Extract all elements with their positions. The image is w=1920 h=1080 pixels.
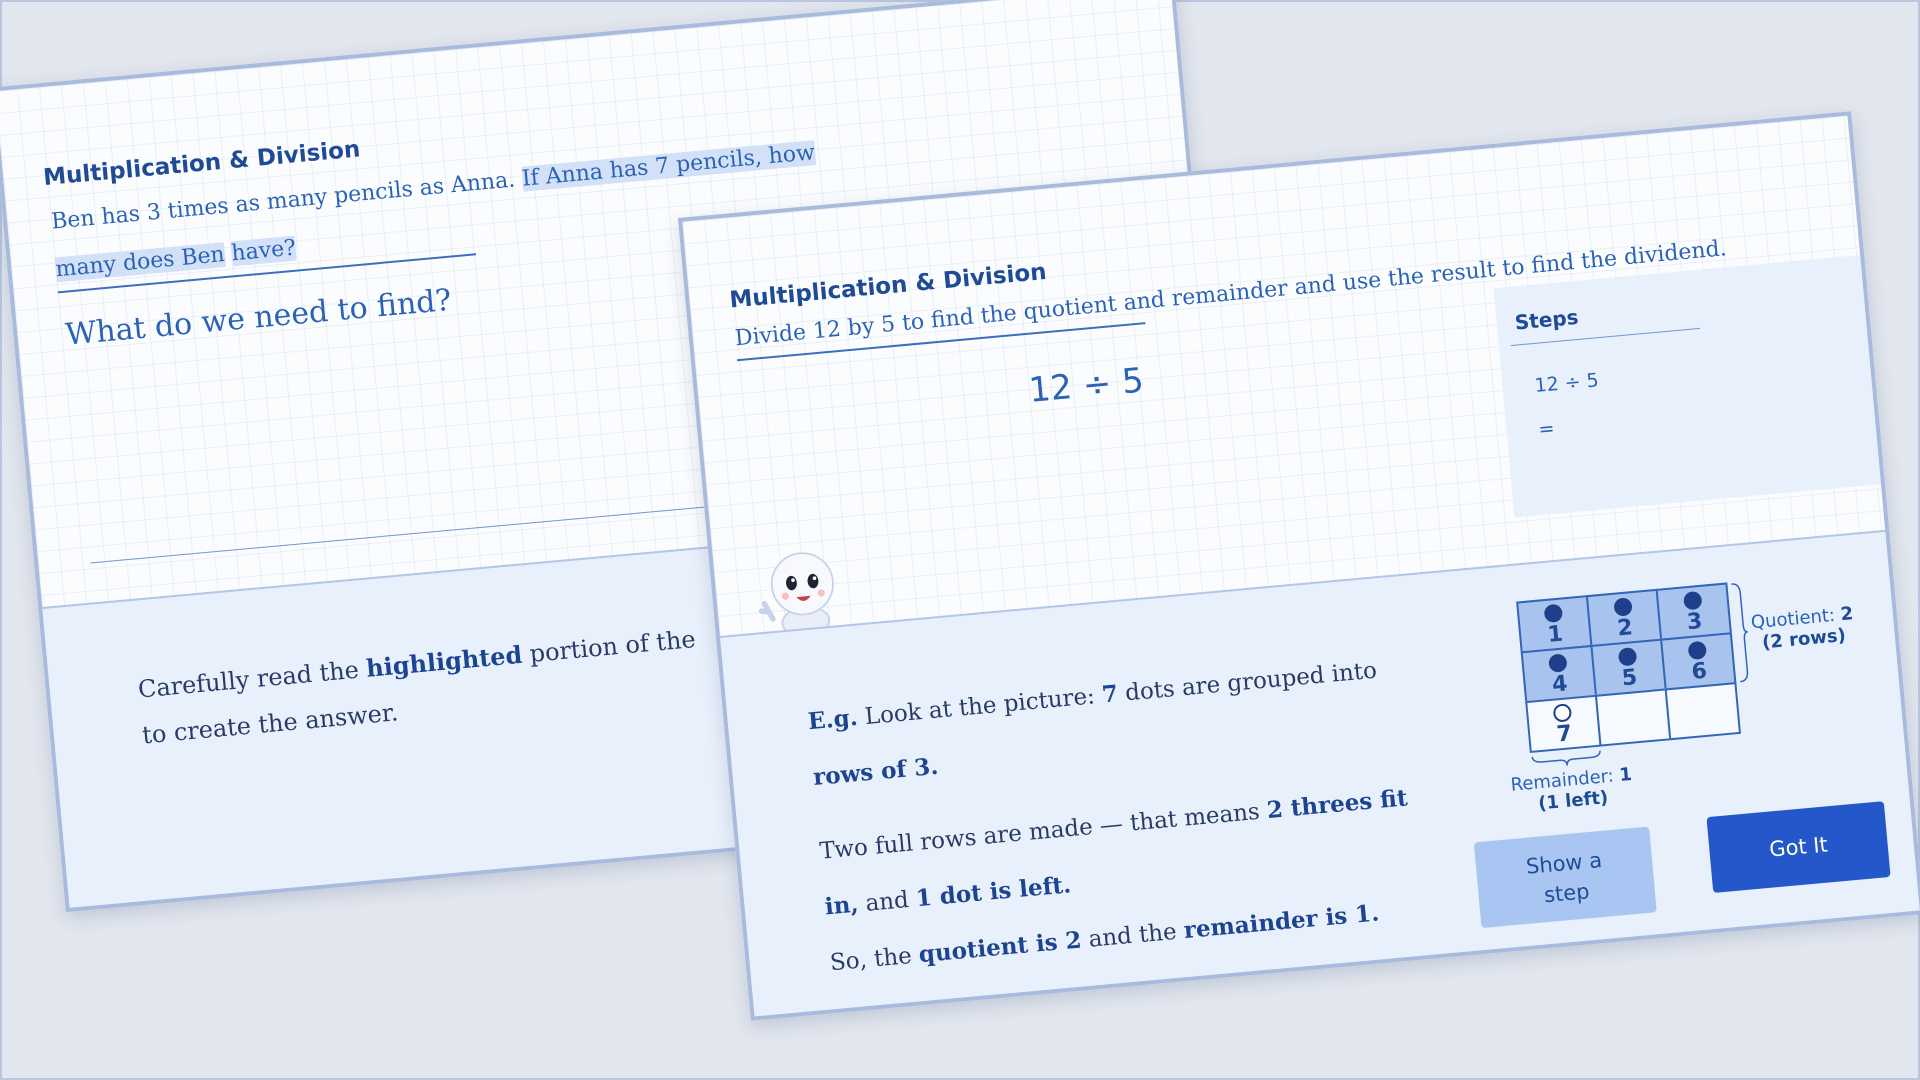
- tip-part2: portion of the: [528, 625, 697, 668]
- explanation-text: E.g. Look at the picture: 7 dots are gro…: [806, 638, 1450, 991]
- steps-title: Steps: [1513, 304, 1580, 335]
- question-heading: What do we need to find?: [64, 282, 453, 353]
- explanation-b2: rows of 3.: [811, 752, 940, 792]
- dot-icon: [1613, 597, 1633, 617]
- explanation-b6: remainder is 1.: [1182, 899, 1381, 945]
- group-cell: 5: [1590, 638, 1667, 697]
- group-cell: 2: [1585, 588, 1663, 648]
- remainder-cell: 7: [1525, 694, 1602, 754]
- dot-icon: [1687, 640, 1708, 661]
- explanation-t2: dots are grouped into: [1124, 657, 1378, 707]
- show-step-label-2: step: [1543, 879, 1591, 908]
- steps-panel: Steps 12 ÷ 5 =: [1493, 255, 1881, 518]
- tip-part3: to create the answer.: [141, 698, 400, 750]
- dot-icon: [1682, 590, 1703, 611]
- explanation-t5: So, the: [828, 942, 913, 977]
- dot-icon: [1548, 653, 1568, 673]
- explanation-b5: quotient is 2: [917, 926, 1083, 969]
- mascot-icon: [758, 552, 834, 637]
- steps-line-2: =: [1537, 417, 1556, 441]
- eg-label: E.g.: [806, 703, 859, 736]
- dot-icon: [1552, 703, 1573, 723]
- explanation-b1: 7: [1100, 680, 1120, 709]
- explanation-t4: and: [864, 886, 910, 917]
- cell-number: 7: [1555, 721, 1574, 748]
- group-cell: 3: [1655, 582, 1732, 641]
- group-cell: 6: [1660, 632, 1737, 691]
- explanation-b4: 1 dot is left.: [914, 871, 1073, 913]
- explanation-t1: Look at the picture:: [863, 683, 1096, 731]
- explanation-b3b: in,: [823, 890, 860, 921]
- quotient-value: 2: [1839, 603, 1855, 626]
- grouping-figure: 1 2 3 4 5 6 7 Quotient: 2 (2 rows) Remai…: [1510, 574, 1854, 820]
- dot-icon: [1543, 603, 1564, 624]
- show-step-button[interactable]: Show a step: [1473, 826, 1657, 929]
- dot-icon: [1617, 646, 1638, 667]
- got-it-button[interactable]: Got It: [1706, 801, 1891, 893]
- prompt-highlight-end: have?: [230, 235, 297, 267]
- explanation-b3a: 2 threes fit: [1265, 784, 1409, 825]
- quotient-label: Quotient: 2 (2 rows): [1750, 603, 1856, 654]
- division-expression: 12 ÷ 5: [1027, 360, 1146, 411]
- remainder-value: 1: [1618, 763, 1633, 786]
- empty-cell: [1664, 682, 1742, 741]
- remainder-label: Remainder: 1 (1 left): [1510, 764, 1635, 817]
- steps-line-1: 12 ÷ 5: [1533, 369, 1600, 398]
- front-exercise-card: Multiplication & Division Divide 12 by 5…: [677, 111, 1920, 1021]
- explanation-panel: E.g. Look at the picture: 7 dots are gro…: [719, 529, 1920, 1017]
- group-cell: 1: [1516, 595, 1593, 654]
- tip-part1: Carefully read the: [136, 655, 360, 704]
- tip-bold: highlighted: [364, 639, 524, 683]
- group-cell: 4: [1520, 644, 1598, 704]
- empty-cell: [1594, 688, 1672, 747]
- show-step-label-1: Show a: [1524, 847, 1604, 879]
- explanation-t6: and the: [1087, 918, 1178, 953]
